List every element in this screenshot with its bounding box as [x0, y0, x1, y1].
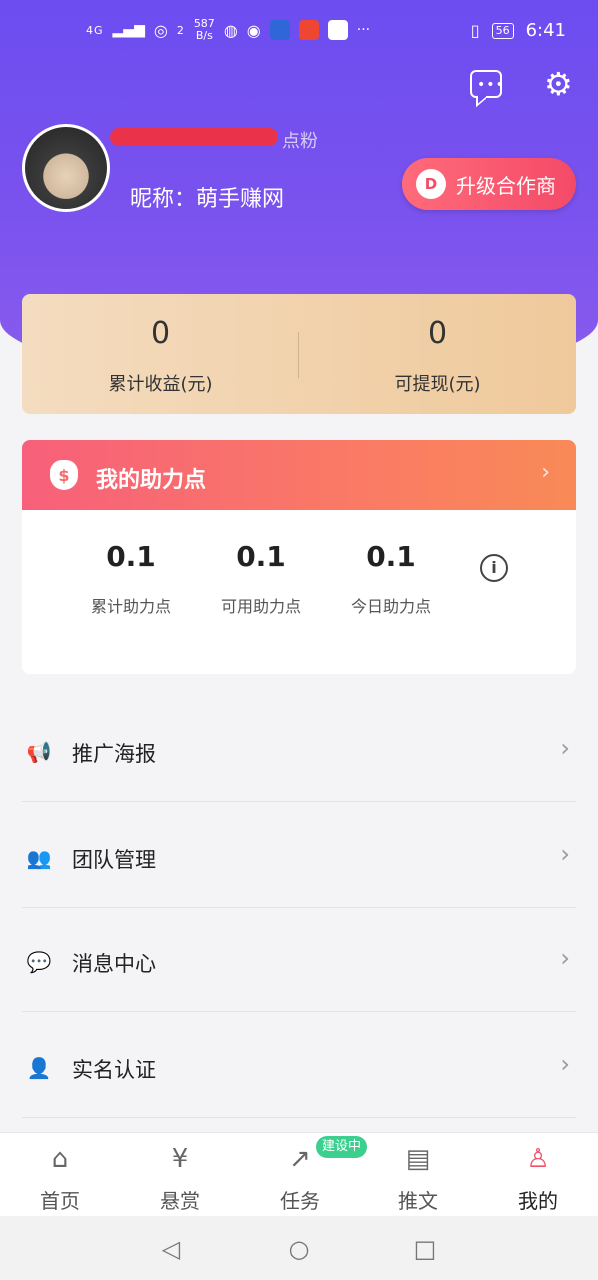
back-icon[interactable]: ◁ [156, 1234, 186, 1264]
tab-label: 推文 [398, 1189, 438, 1213]
user-icon: ♙ [526, 1144, 550, 1174]
menu-item-poster[interactable]: 📢 推广海报 › [22, 698, 576, 802]
bottom-tab-bar: ⌂ 首页 ¥ 悬赏 ↗ 任务 ▤ 推文 ♙ 我的 [0, 1132, 598, 1216]
points-stat-value: 0.1 [236, 540, 286, 573]
total-earnings[interactable]: 0 累计收益(元) [22, 294, 299, 414]
money-bag-icon: $ [50, 460, 78, 490]
menu-item-label: 推广海报 [72, 742, 156, 766]
tab-label: 悬赏 [160, 1189, 200, 1213]
home-icon: ⌂ [51, 1144, 69, 1174]
moneybag-icon: ¥ [171, 1144, 189, 1174]
menu-item-label: 消息中心 [72, 952, 156, 976]
tab-mine[interactable]: ♙ 我的 [478, 1133, 598, 1217]
upgrade-partner-button[interactable]: D 升级合作商 [402, 158, 576, 210]
recents-icon[interactable]: □ [410, 1234, 440, 1264]
signal-icon: 4G [86, 23, 104, 37]
points-stat-today: 0.1 今日助力点 [326, 540, 456, 617]
gear-icon[interactable]: ⚙ [544, 66, 573, 102]
points-stat-available: 0.1 可用助力点 [196, 540, 326, 617]
under-construction-badge: 建设中 [316, 1136, 368, 1158]
megaphone-icon: 📢 [26, 740, 52, 764]
id-card-icon: 👤 [26, 1056, 52, 1080]
points-stat-value: 0.1 [106, 540, 156, 573]
partner-icon: D [416, 169, 446, 199]
tab-reward[interactable]: ¥ 悬赏 [120, 1133, 240, 1217]
chevron-right-icon: › [541, 460, 550, 485]
chevron-right-icon: › [560, 840, 570, 868]
system-nav-bar: ◁ ○ □ [0, 1216, 598, 1280]
globe-icon: ◍ [223, 20, 238, 40]
menu-item-verification[interactable]: 👤 实名认证 › [22, 1014, 576, 1118]
tab-article[interactable]: ▤ 推文 [358, 1133, 478, 1217]
total-earnings-label: 累计收益(元) [108, 374, 213, 395]
points-stat-label: 可用助力点 [220, 597, 301, 616]
menu-item-label: 团队管理 [72, 848, 156, 872]
redacted-username [110, 128, 278, 146]
team-icon: 👥 [26, 846, 52, 870]
clock: 6:41 [525, 20, 566, 41]
avatar[interactable] [22, 124, 110, 212]
more-notifications-icon: ··· [356, 22, 371, 38]
home-circle-icon[interactable]: ○ [284, 1234, 314, 1264]
chevron-right-icon: › [560, 944, 570, 972]
withdrawable[interactable]: 0 可提现(元) [299, 294, 576, 414]
points-stat-label: 今日助力点 [350, 597, 431, 616]
wifi-icon: ◎ [153, 20, 168, 40]
help-points-title: 我的助力点 [96, 468, 207, 493]
withdrawable-label: 可提现(元) [394, 374, 481, 395]
menu-item-messages[interactable]: 💬 消息中心 › [22, 908, 576, 1012]
info-icon[interactable]: i [480, 554, 508, 582]
nickname: 昵称：萌手赚网 [130, 187, 285, 212]
points-stat-label: 累计助力点 [90, 597, 171, 616]
earnings-card: 0 累计收益(元) 0 可提现(元) [22, 294, 576, 414]
document-icon: ▤ [405, 1144, 431, 1174]
chevron-right-icon: › [560, 734, 570, 762]
points-stat-value: 0.1 [366, 540, 416, 573]
tab-label: 任务 [280, 1189, 320, 1213]
tab-home[interactable]: ⌂ 首页 [0, 1133, 120, 1217]
tab-label: 我的 [518, 1189, 558, 1213]
app-icon-chart [327, 20, 348, 40]
app-icon-taobao [298, 20, 319, 40]
chevron-right-icon: › [560, 1050, 570, 1078]
app-icon-m [269, 20, 290, 40]
menu-item-label: 实名认证 [72, 1058, 156, 1082]
network-speed: 587 B/s [194, 18, 215, 42]
status-bar: 4G ▂▄▆ ◎ 2 587 B/s ◍ ◉ ··· ▯ 56 6:41 [0, 0, 598, 66]
withdrawable-value: 0 [427, 316, 448, 351]
battery-icon: 56 [491, 22, 514, 39]
points-stat-total: 0.1 累计助力点 [66, 540, 196, 617]
total-earnings-value: 0 [150, 316, 171, 351]
chat-icon[interactable]: ••• [470, 70, 504, 98]
network-speed-unit: B/s [195, 29, 213, 42]
upgrade-partner-label: 升级合作商 [456, 173, 556, 198]
vibrate-icon: ▯ [470, 21, 480, 40]
wechat-icon: ◉ [246, 20, 261, 40]
fans-label: 点粉 [282, 131, 318, 152]
share-icon: ↗ [289, 1144, 311, 1174]
tab-label: 首页 [40, 1189, 80, 1213]
cellular-bars-icon: ▂▄▆ [112, 22, 145, 38]
menu-item-team[interactable]: 👥 团队管理 › [22, 804, 576, 908]
message-icon: 💬 [26, 950, 52, 974]
help-points-card: $ 我的助力点 › 0.1 累计助力点 0.1 可用助力点 0.1 今日助力点 … [22, 440, 576, 674]
help-points-header[interactable]: $ 我的助力点 › [22, 440, 576, 510]
wifi-count: 2 [176, 23, 185, 37]
